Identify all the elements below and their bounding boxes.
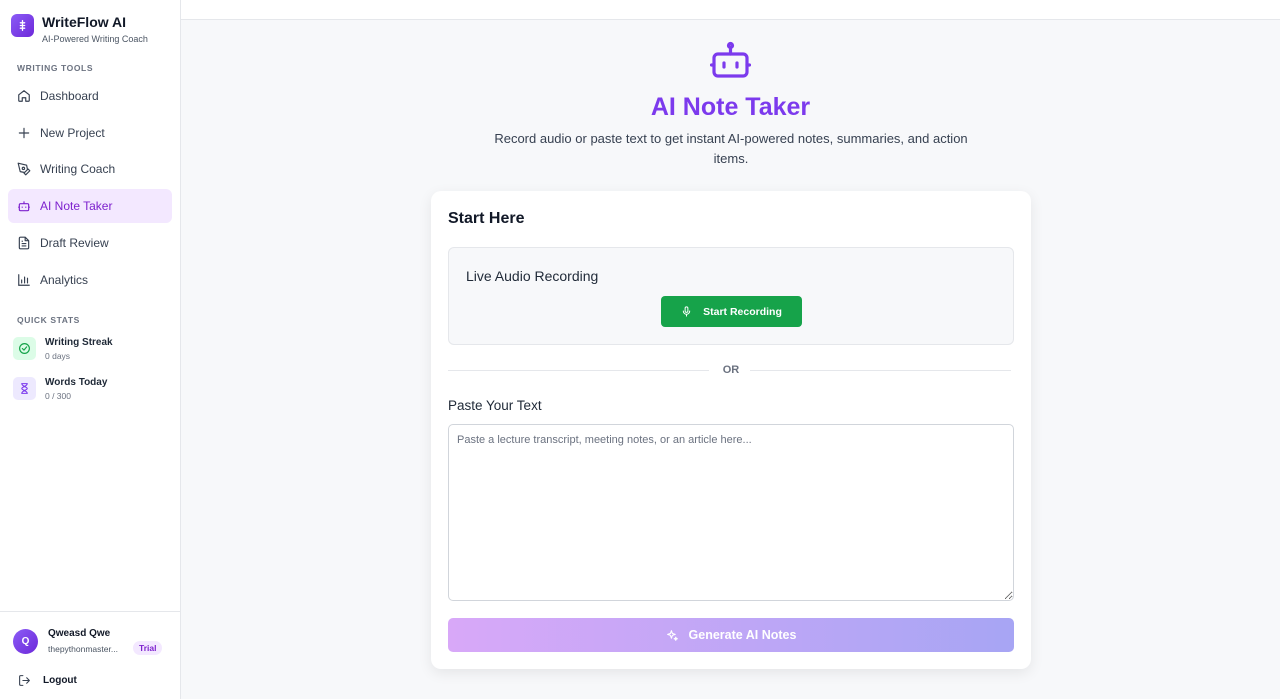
paste-text-input[interactable] [448, 424, 1014, 601]
logout-icon [18, 674, 31, 687]
user-email: thepythonmaster... [48, 644, 118, 654]
start-recording-button[interactable]: Start Recording [661, 296, 802, 327]
sidebar-item-label: New Project [40, 126, 105, 140]
stat-value: 0 days [45, 351, 71, 361]
writing-tools-heading: WRITING TOOLS [17, 63, 94, 73]
brand[interactable]: WriteFlow AI AI-Powered Writing Coach [11, 14, 148, 44]
sidebar: WriteFlow AI AI-Powered Writing Coach WR… [0, 0, 181, 699]
plus-icon [17, 126, 31, 140]
microphone-icon [681, 306, 692, 317]
brand-title: WriteFlow AI [42, 14, 126, 30]
paste-label: Paste Your Text [448, 398, 542, 413]
or-divider: OR [448, 363, 1014, 377]
sidebar-item-dashboard[interactable]: Dashboard [8, 79, 172, 113]
stat-value: 0 / 300 [45, 391, 71, 401]
hourglass-icon [13, 377, 36, 400]
page-description: Record audio or paste text to get instan… [494, 131, 968, 166]
sidebar-item-writing-coach[interactable]: Writing Coach [8, 152, 172, 186]
user-area: Q Qweasd Qwe thepythonmaster... Trial Lo… [0, 611, 180, 699]
generate-ai-notes-label: Generate AI Notes [688, 628, 797, 642]
sidebar-item-label: Dashboard [40, 89, 99, 103]
sidebar-item-label: AI Note Taker [40, 199, 113, 213]
sidebar-item-ai-note-taker[interactable]: AI Note Taker [8, 189, 172, 223]
sidebar-item-new-project[interactable]: New Project [8, 116, 172, 150]
logout-label: Logout [43, 675, 77, 686]
audio-title: Live Audio Recording [466, 268, 599, 284]
sidebar-item-label: Draft Review [40, 236, 109, 250]
note-taker-card: Start Here Live Audio Recording Start Re… [431, 191, 1031, 669]
audio-recording-panel: Live Audio Recording Start Recording [448, 247, 1014, 345]
sparkles-icon [666, 629, 679, 642]
stat-title: Writing Streak [45, 337, 113, 348]
generate-ai-notes-button[interactable]: Generate AI Notes [448, 618, 1014, 652]
bot-icon [17, 199, 31, 213]
or-label: OR [722, 364, 740, 376]
stat-words-today: Words Today 0 / 300 [13, 377, 107, 401]
stat-title: Words Today [45, 377, 108, 388]
text-cursor-icon [11, 14, 34, 37]
logout-button[interactable]: Logout [18, 674, 77, 687]
bar-chart-icon [17, 273, 31, 287]
stat-writing-streak: Writing Streak 0 days [13, 337, 113, 361]
sidebar-item-label: Writing Coach [40, 162, 116, 176]
card-title: Start Here [448, 210, 525, 227]
brand-subtitle: AI-Powered Writing Coach [42, 34, 148, 44]
home-icon [17, 89, 31, 103]
top-bar [181, 0, 1280, 20]
file-text-icon [17, 236, 31, 250]
bot-icon [709, 41, 752, 79]
start-recording-label: Start Recording [703, 305, 782, 318]
quick-stats-heading: QUICK STATS [17, 315, 80, 325]
sidebar-item-analytics[interactable]: Analytics [8, 263, 172, 297]
trial-badge: Trial [133, 641, 163, 655]
sidebar-item-draft-review[interactable]: Draft Review [8, 226, 172, 260]
sidebar-item-label: Analytics [40, 273, 89, 287]
avatar[interactable]: Q [13, 629, 38, 654]
check-circle-icon [13, 337, 36, 360]
user-name: Qweasd Qwe [48, 628, 111, 639]
page-title: AI Note Taker [650, 93, 811, 121]
pen-tool-icon [17, 162, 31, 176]
